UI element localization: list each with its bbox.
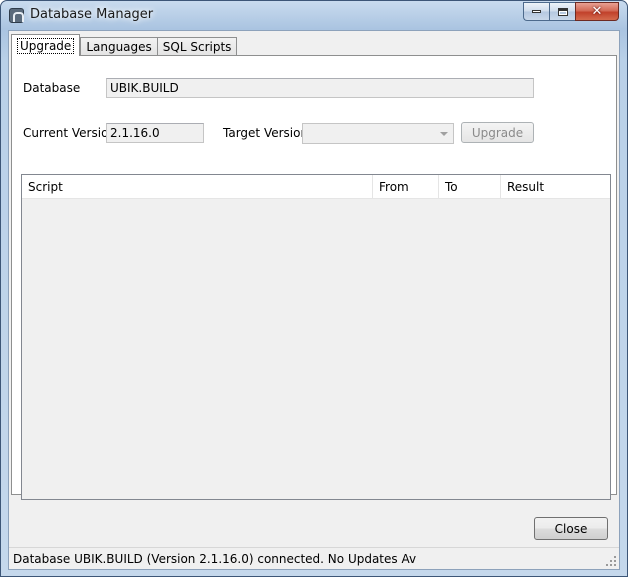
target-version-label: Target Version xyxy=(223,126,309,140)
maximize-icon xyxy=(557,7,568,16)
upgrade-tab-panel: Database UBIK.BUILD Current Version 2.1.… xyxy=(11,55,617,500)
upgrade-button[interactable]: Upgrade xyxy=(461,122,534,143)
script-list-header: Script From To Result xyxy=(22,175,610,199)
tab-sql-scripts[interactable]: SQL Scripts xyxy=(156,37,238,56)
current-version-label: Current Version xyxy=(23,126,117,140)
close-window-button[interactable]: ✕ xyxy=(575,2,619,21)
database-manager-window: Database Manager ✕ Upgrade Languages SQL… xyxy=(0,0,628,577)
title-bar[interactable]: Database Manager ✕ xyxy=(1,1,627,29)
tab-upgrade-label: Upgrade xyxy=(17,37,75,54)
column-header-to[interactable]: To xyxy=(439,175,501,199)
client-area: Upgrade Languages SQL Scripts Database U… xyxy=(8,30,620,570)
close-icon: ✕ xyxy=(591,4,603,19)
column-header-result[interactable]: Result xyxy=(501,175,610,199)
target-version-dropdown[interactable] xyxy=(302,123,454,144)
status-text: Database UBIK.BUILD (Version 2.1.16.0) c… xyxy=(13,552,417,566)
script-list[interactable]: Script From To Result xyxy=(21,174,611,500)
tab-sql-scripts-label: SQL Scripts xyxy=(162,40,232,54)
maximize-button[interactable] xyxy=(549,2,575,21)
column-header-script[interactable]: Script xyxy=(22,175,373,199)
database-label: Database xyxy=(23,81,81,95)
database-app-icon[interactable] xyxy=(9,8,24,23)
minimize-button[interactable] xyxy=(523,2,549,21)
database-field[interactable]: UBIK.BUILD xyxy=(106,78,534,98)
tab-languages-label: Languages xyxy=(86,40,152,54)
chevron-down-icon xyxy=(440,132,448,136)
close-button[interactable]: Close xyxy=(534,517,608,540)
tab-languages[interactable]: Languages xyxy=(80,37,158,56)
tab-upgrade[interactable]: Upgrade xyxy=(11,34,81,56)
column-header-from[interactable]: From xyxy=(373,175,439,199)
current-version-field[interactable]: 2.1.16.0 xyxy=(106,123,204,143)
resize-grip-icon[interactable] xyxy=(606,556,617,567)
window-title: Database Manager xyxy=(30,7,154,22)
caption-buttons: ✕ xyxy=(523,2,619,21)
status-bar: Database UBIK.BUILD (Version 2.1.16.0) c… xyxy=(9,547,619,569)
tab-strip: Upgrade Languages SQL Scripts xyxy=(11,34,238,56)
minimize-icon xyxy=(532,10,541,13)
